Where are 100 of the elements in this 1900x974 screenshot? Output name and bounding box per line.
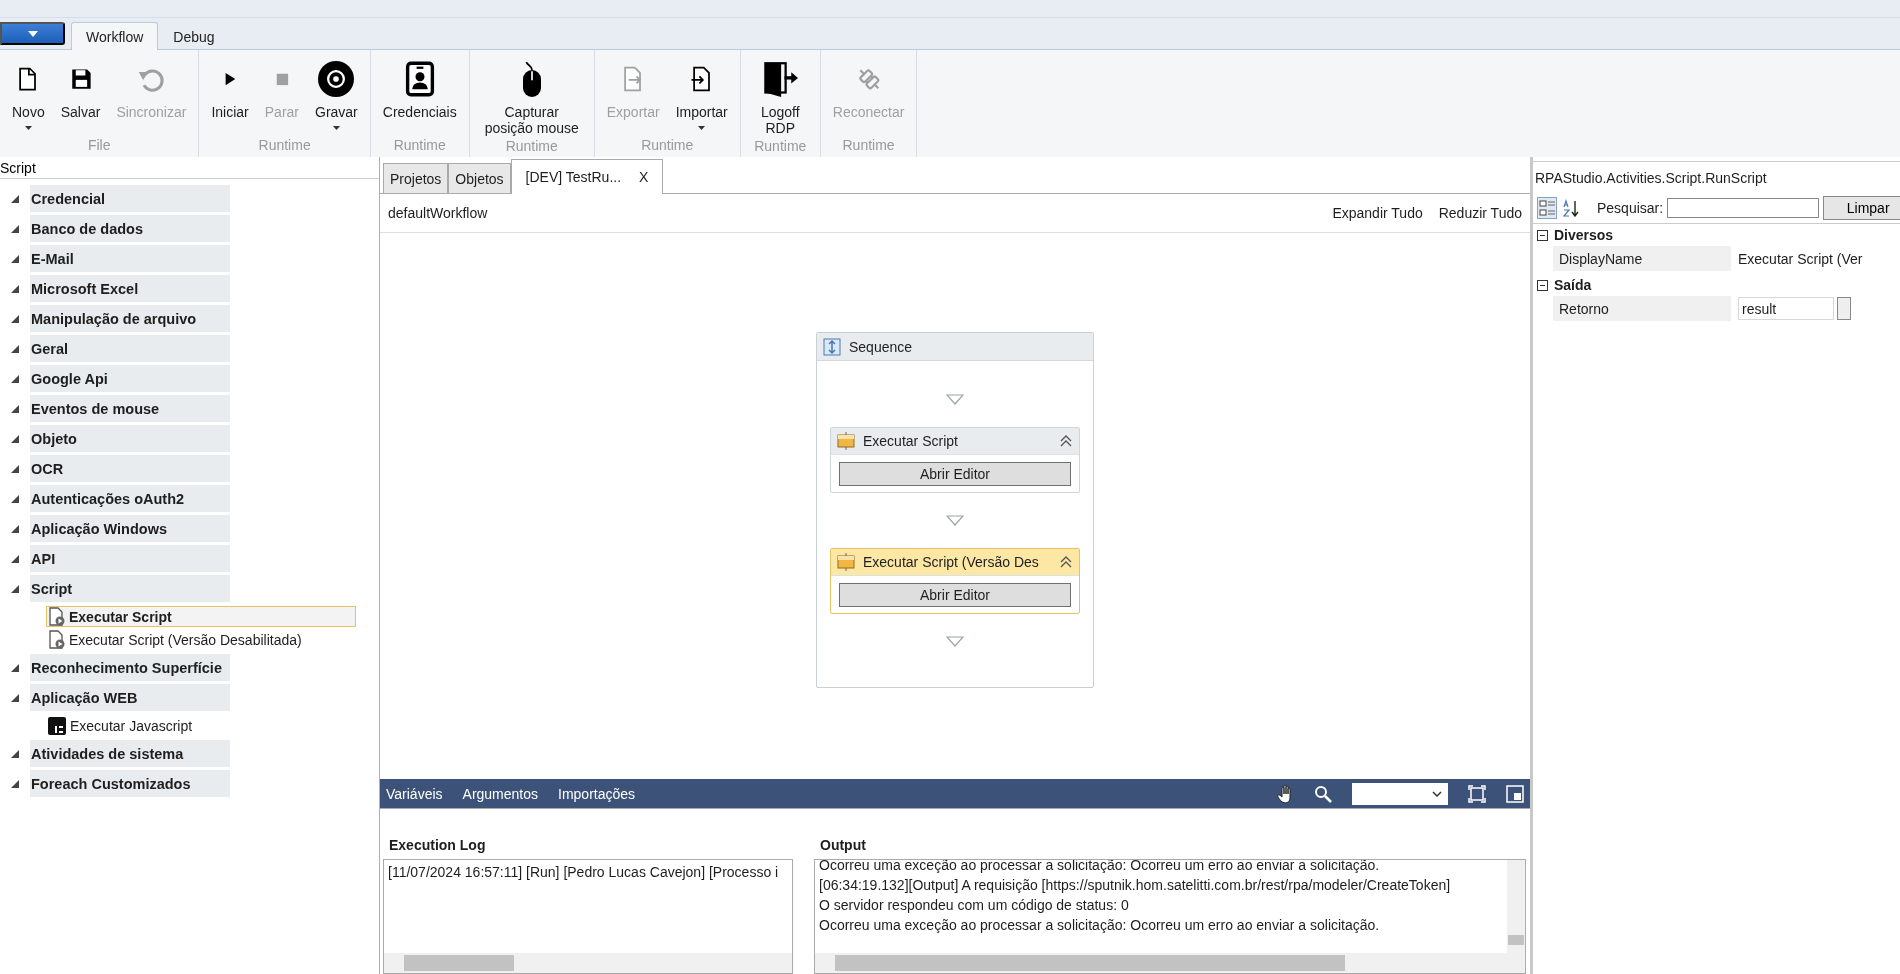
search-icon[interactable]: [1314, 784, 1332, 803]
expander-triangle-icon[interactable]: [11, 224, 19, 233]
panel-title: Execution Log: [389, 837, 487, 853]
sequence-title: Sequence: [849, 338, 913, 355]
expander-triangle-icon[interactable]: [11, 779, 19, 788]
record-button[interactable]: Gravar: [309, 58, 364, 137]
log-line: [06:34:19.132][Output] A requisição [https://sputnik.hom.satelitti.com.br/rest/rpa/modeler/CreateToken]: [819, 876, 1452, 895]
door-exit-icon: [762, 61, 799, 97]
category-header[interactable]: Microsoft Excel: [30, 275, 230, 302]
double-chevron-icon[interactable]: [1059, 555, 1073, 569]
expander-triangle-icon[interactable]: [11, 314, 19, 323]
category-header[interactable]: E-Mail: [30, 245, 230, 272]
property-value[interactable]: Executar Script (Ver: [1738, 250, 1863, 267]
activity-item[interactable]: Executar Script (Versão Desabilitada): [46, 629, 356, 650]
log-line: O servidor respondeu com um código de status: 0: [819, 896, 1130, 915]
activity-item[interactable]: Executar Javascript: [46, 715, 356, 736]
category-header[interactable]: API: [30, 545, 230, 572]
group-label: Runtime: [841, 137, 896, 155]
caret-icon: [698, 126, 706, 130]
expander-triangle-icon[interactable]: [11, 254, 19, 263]
sequence-container[interactable]: Sequence Executar Script Abrir Editor Executar Script (Versão Des Abrir Editor: [816, 332, 1094, 688]
group-label: Runtime: [753, 138, 808, 156]
horizontal-scrollbar[interactable]: [384, 953, 792, 973]
collapse-toggle-icon[interactable]: [1537, 279, 1548, 291]
hand-icon[interactable]: [1276, 783, 1294, 804]
overview-icon[interactable]: [1506, 784, 1524, 803]
logoff-button[interactable]: Logoff RDP: [746, 58, 814, 138]
category-header[interactable]: OCR: [30, 455, 230, 482]
category-header[interactable]: Geral: [30, 335, 230, 362]
script-file-icon: [48, 607, 65, 626]
zoom-dropdown[interactable]: [1352, 782, 1448, 805]
code-badge-icon: [48, 716, 66, 735]
category-header[interactable]: Atividades de sistema: [30, 740, 230, 767]
designer-tab[interactable]: Argumentos: [462, 785, 539, 802]
document-tab[interactable]: [DEV] TestRu... X: [510, 159, 664, 194]
activity-card[interactable]: Executar Script Abrir Editor: [830, 427, 1080, 493]
save-button[interactable]: Salvar: [54, 58, 107, 137]
import-button[interactable]: Importar: [669, 58, 734, 137]
open-editor-button[interactable]: Abrir Editor: [839, 583, 1071, 607]
group-label: Runtime: [392, 137, 447, 155]
designer-tab[interactable]: Importações: [558, 785, 636, 802]
close-button[interactable]: X: [639, 169, 649, 185]
expander-triangle-icon[interactable]: [11, 284, 19, 293]
expand-all-link[interactable]: Expandir Tudo: [1332, 205, 1423, 221]
expander-triangle-icon[interactable]: [11, 584, 19, 593]
category-header[interactable]: Google Api: [30, 365, 230, 392]
double-chevron-icon[interactable]: [1059, 434, 1073, 448]
credentials-button[interactable]: Credenciais: [376, 58, 463, 137]
activity-item[interactable]: Executar Script: [46, 606, 356, 627]
open-editor-button[interactable]: Abrir Editor: [839, 462, 1071, 486]
category-header[interactable]: Eventos de mouse: [30, 395, 230, 422]
expander-triangle-icon[interactable]: [11, 494, 19, 503]
expander-triangle-icon[interactable]: [11, 749, 19, 758]
category-header[interactable]: Manipulação de arquivo: [30, 305, 230, 332]
expander-triangle-icon[interactable]: [11, 663, 19, 672]
property-value-field[interactable]: result: [1738, 297, 1834, 320]
expander-triangle-icon[interactable]: [11, 374, 19, 383]
fit-to-screen-icon[interactable]: [1468, 784, 1486, 803]
category-header[interactable]: Banco de dados: [30, 215, 230, 242]
expander-triangle-icon[interactable]: [11, 404, 19, 413]
document-tab[interactable]: Projetos: [383, 163, 449, 193]
clear-button[interactable]: Limpar: [1823, 196, 1900, 220]
start-button[interactable]: Iniciar: [205, 58, 255, 137]
vertical-scrollbar[interactable]: [1507, 860, 1525, 953]
category-header[interactable]: Autenticações oAuth2: [30, 485, 230, 512]
expander-triangle-icon[interactable]: [11, 344, 19, 353]
collapse-toggle-icon[interactable]: [1537, 229, 1548, 241]
expander-triangle-icon[interactable]: [11, 434, 19, 443]
expander-triangle-icon[interactable]: [11, 693, 19, 702]
category-header[interactable]: Foreach Customizados: [30, 770, 230, 797]
expander-triangle-icon[interactable]: [11, 554, 19, 563]
category-header[interactable]: Objeto: [30, 425, 230, 452]
designer-tab[interactable]: Variáveis: [386, 785, 443, 802]
ribbon-tab[interactable]: Workflow: [71, 22, 159, 50]
category-header[interactable]: Script: [30, 575, 230, 602]
category-header[interactable]: Aplicação Windows: [30, 515, 230, 542]
caret-icon: [27, 30, 38, 37]
expander-triangle-icon[interactable]: [11, 464, 19, 473]
search-field[interactable]: [1667, 198, 1820, 218]
application-menu-button[interactable]: [0, 22, 65, 45]
search-label: Pesquisar:: [1597, 200, 1664, 216]
expander-triangle-icon[interactable]: [11, 194, 19, 203]
expander-triangle-icon[interactable]: [11, 524, 19, 533]
category-header[interactable]: Aplicação WEB: [30, 684, 230, 711]
mouse-button[interactable]: Capturar posição mouse: [475, 58, 588, 138]
browse-button[interactable]: [1837, 297, 1851, 320]
sort-az-button[interactable]: [1561, 197, 1581, 219]
ribbon-tab[interactable]: Debug: [158, 22, 230, 50]
breadcrumb[interactable]: defaultWorkflow: [388, 205, 488, 221]
document-tab[interactable]: Objetos: [448, 163, 511, 193]
new-button[interactable]: Novo: [6, 58, 51, 137]
down-triangle-icon: [946, 636, 964, 647]
collapse-all-link[interactable]: Reduzir Tudo: [1438, 205, 1522, 221]
sequence-icon: [823, 337, 841, 356]
category-header[interactable]: Credencial: [30, 185, 230, 212]
activity-card[interactable]: Executar Script (Versão Des Abrir Editor: [830, 548, 1080, 614]
group-label: Runtime: [640, 137, 695, 155]
category-header[interactable]: Reconhecimento Superfície: [30, 654, 230, 681]
horizontal-scrollbar[interactable]: [815, 953, 1525, 973]
activity-icon: [837, 432, 855, 450]
